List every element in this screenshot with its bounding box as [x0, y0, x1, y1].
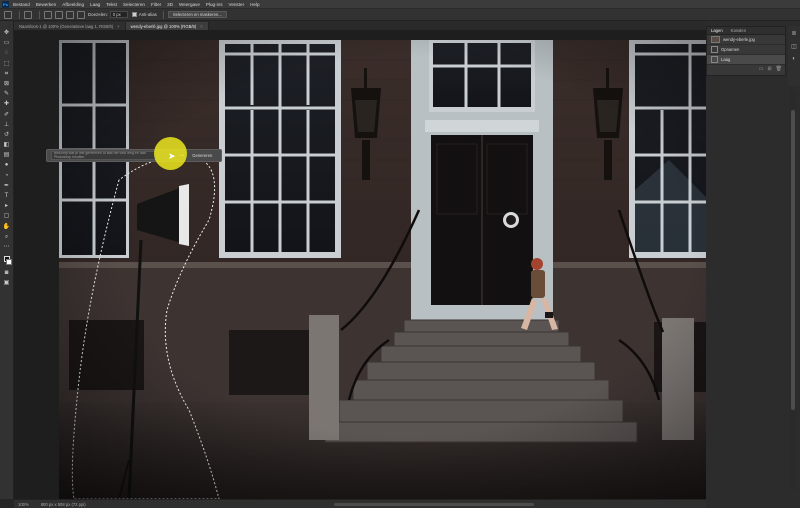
properties-panel-icon[interactable]: ◫: [791, 43, 797, 50]
object-selection-icon[interactable]: ⬚: [3, 60, 11, 68]
crop-tool-icon[interactable]: ⌗: [3, 70, 11, 78]
layer-row[interactable]: wendy-eberle.jpg: [707, 35, 785, 45]
new-layer-icon[interactable]: ⊞: [767, 66, 771, 72]
menu-3d[interactable]: 3D: [167, 2, 173, 7]
tools-panel: ✥ ▭ ◌ ⬚ ⌗ ⊠ ✎ ✚ ✐ ⊥ ↺ ◧ ▤ ● ◔ ✒ T ▸ ▢ ✋ …: [0, 21, 14, 499]
new-group-icon[interactable]: ▭: [759, 66, 764, 72]
scrollbar-thumb[interactable]: [791, 110, 795, 410]
blur-icon[interactable]: ●: [3, 161, 11, 169]
type-tool-icon[interactable]: T: [3, 192, 11, 200]
lasso-tool-icon[interactable]: ◌: [3, 49, 11, 57]
hand-tool-icon[interactable]: ✋: [3, 223, 11, 231]
clone-stamp-icon[interactable]: ⊥: [3, 121, 11, 129]
new-selection-icon[interactable]: [44, 10, 52, 19]
options-bar: Doezelen: 0 px Anti-alias Selecteren en …: [0, 9, 800, 21]
tab-lagen[interactable]: Lagen: [707, 28, 727, 33]
gradient-icon[interactable]: ▤: [3, 151, 11, 159]
vertical-scrollbar[interactable]: [790, 90, 796, 490]
layers-panel: Lagen Kanalen wendy-eberle.jpg Opnamen L…: [706, 26, 786, 76]
document-photo[interactable]: [59, 40, 751, 499]
canvas-area[interactable]: [14, 30, 751, 499]
subtract-selection-icon[interactable]: [66, 10, 74, 19]
screen-mode-icon[interactable]: ▣: [3, 279, 11, 287]
layer-row[interactable]: Opnamen: [707, 45, 785, 55]
menu-bar: Ps Bestand Bewerken Afbeelding Laag Teks…: [0, 0, 800, 9]
menu-afbeelding[interactable]: Afbeelding: [62, 2, 84, 7]
tab-wendy-eberle[interactable]: wendy-eberlé.jpg @ 100% (RGB/8) ×: [125, 22, 209, 30]
tab-label: Naamloos-1 @ 100% (Generatieve laag 1, R…: [19, 23, 114, 29]
menu-filter[interactable]: Filter: [151, 2, 161, 7]
photoshop-logo[interactable]: Ps: [2, 0, 9, 8]
background-color-swatch[interactable]: [5, 259, 12, 266]
eraser-icon[interactable]: ◧: [3, 141, 11, 149]
rectangle-tool-icon[interactable]: ▢: [3, 212, 11, 220]
layers-panel-footer: ▭ ⊞ 🗑: [707, 65, 785, 73]
menu-weergave[interactable]: Weergave: [179, 2, 200, 7]
menu-plugins[interactable]: Plug-ins: [206, 2, 223, 7]
layer-thumbnail: [711, 36, 720, 43]
artboard-tool-icon[interactable]: ▭: [3, 39, 11, 47]
menu-bewerken[interactable]: Bewerken: [36, 2, 56, 7]
photo-illustration: [59, 40, 751, 499]
eyedropper-icon[interactable]: ✎: [3, 90, 11, 98]
menu-help[interactable]: Help: [250, 2, 259, 7]
mouse-cursor-icon: ➤: [168, 151, 176, 161]
generate-button[interactable]: Genereren: [192, 153, 212, 158]
dodge-icon[interactable]: ◔: [3, 172, 11, 180]
document-tabs: Naamloos-1 @ 100% (Generatieve laag 1, R…: [14, 21, 706, 30]
healing-brush-icon[interactable]: ✚: [3, 100, 11, 108]
layer-mask-thumbnail: [711, 46, 718, 53]
menu-bestand[interactable]: Bestand: [13, 2, 30, 7]
divider: [39, 10, 40, 19]
move-tool-icon[interactable]: ✥: [3, 29, 11, 37]
menu-tekst[interactable]: Tekst: [106, 2, 117, 7]
divider: [19, 10, 20, 19]
menu-laag[interactable]: Laag: [90, 2, 100, 7]
frame-tool-icon[interactable]: ⊠: [3, 80, 11, 88]
path-selection-icon[interactable]: ▸: [3, 202, 11, 210]
layer-name: Laag: [721, 57, 731, 62]
contextual-task-bar: Beschrijf wat je wilt genereren of laat …: [46, 149, 222, 162]
feather-label: Doezelen:: [88, 12, 108, 17]
generative-fill-prompt-input[interactable]: Beschrijf wat je wilt genereren of laat …: [51, 151, 157, 160]
close-icon[interactable]: ×: [117, 24, 119, 29]
panel-dock: ≣ ◫ ◐: [788, 26, 800, 86]
layer-name: Opnamen: [721, 47, 740, 52]
tab-kanalen[interactable]: Kanalen: [727, 28, 750, 33]
select-and-mask-button[interactable]: Selecteren en maskeren...: [167, 11, 227, 18]
antialias-checkbox[interactable]: [131, 12, 137, 17]
add-selection-icon[interactable]: [55, 10, 63, 19]
brush-tool-icon[interactable]: ✐: [3, 111, 11, 119]
home-icon[interactable]: [4, 10, 12, 19]
layers-panel-tabs: Lagen Kanalen: [707, 27, 785, 35]
close-icon[interactable]: ×: [200, 24, 202, 29]
layer-mask-thumbnail: [711, 56, 718, 63]
tab-naamloos[interactable]: Naamloos-1 @ 100% (Generatieve laag 1, R…: [14, 22, 126, 30]
more-tools-icon[interactable]: ⋯: [3, 243, 11, 251]
antialias-label: Anti-alias: [138, 12, 157, 17]
intersect-selection-icon[interactable]: [77, 10, 85, 19]
document-info: 800 px x 508 px (72 ppi): [40, 501, 86, 507]
zoom-tool-icon[interactable]: ⌕: [3, 233, 11, 241]
history-brush-icon[interactable]: ↺: [3, 131, 11, 139]
right-panel-area: [706, 21, 800, 508]
divider: [162, 10, 164, 19]
tab-label: wendy-eberlé.jpg @ 100% (RGB/8): [130, 23, 197, 29]
quick-mask-icon[interactable]: ◙: [3, 269, 11, 277]
layer-row[interactable]: Laag: [707, 55, 785, 65]
adjustments-panel-icon[interactable]: ◐: [792, 56, 796, 62]
status-bar: 100% 800 px x 508 px (72 ppi): [14, 499, 706, 508]
layer-name: wendy-eberle.jpg: [723, 37, 755, 42]
menu-selecteren[interactable]: Selecteren: [123, 2, 145, 7]
menu-venster[interactable]: Venster: [229, 2, 245, 7]
feather-input[interactable]: 0 px: [109, 11, 128, 18]
zoom-level[interactable]: 100%: [18, 502, 29, 507]
trash-icon[interactable]: 🗑: [776, 66, 782, 72]
layers-panel-icon[interactable]: ≣: [791, 30, 796, 37]
lasso-tool-preset-icon[interactable]: [24, 10, 32, 19]
horizontal-scrollbar[interactable]: [334, 503, 534, 506]
pen-tool-icon[interactable]: ✒: [3, 182, 11, 190]
